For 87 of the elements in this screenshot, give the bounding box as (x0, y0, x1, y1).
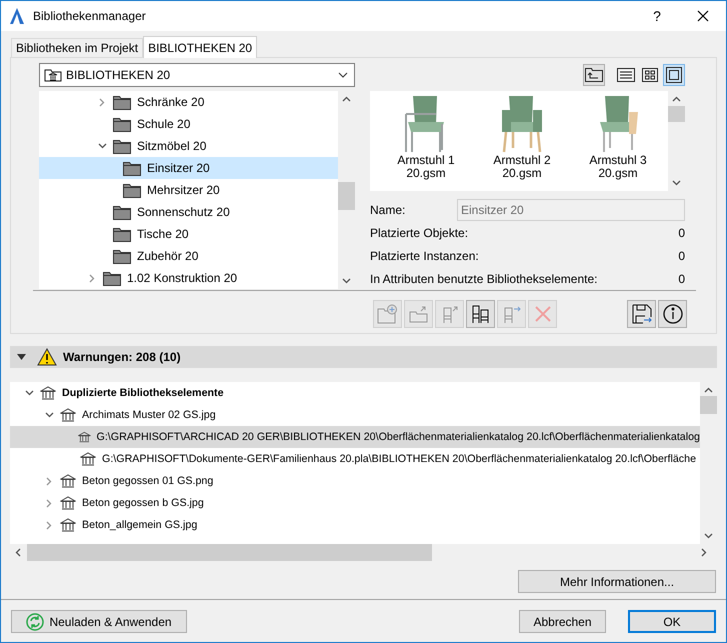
cancel-button[interactable]: Abbrechen (519, 610, 606, 633)
scroll-down-icon[interactable] (672, 180, 681, 186)
chevron-right-icon[interactable] (46, 520, 52, 530)
scroll-down-icon[interactable] (704, 533, 713, 539)
scrollbar-thumb[interactable] (668, 106, 685, 122)
warning-tree-item[interactable]: Beton_allgemein GS.jpg (10, 514, 700, 536)
preview-view-button[interactable] (663, 64, 685, 86)
warning-tree-item[interactable]: Beton gegossen b GS.jpg (10, 492, 700, 514)
warning-tree-item[interactable]: Beton gegossen 01 GS.png (10, 470, 700, 492)
library-dropdown[interactable]: BIBLIOTHEKEN 20 (39, 63, 355, 87)
warning-tree-item[interactable]: Duplizierte Bibliothekselemente (10, 382, 700, 404)
save-icon[interactable] (632, 304, 652, 324)
caret-icon[interactable] (338, 72, 348, 78)
chairs-icon[interactable] (472, 304, 490, 324)
scroll-up-icon[interactable] (342, 96, 351, 102)
chevron-down-icon[interactable] (98, 143, 106, 149)
folder-tree-item[interactable]: Einsitzer 20 (39, 157, 338, 179)
scroll-up-icon[interactable] (672, 96, 681, 102)
tab[interactable]: Bibliotheken im Projekt (11, 38, 144, 57)
scrollbar-thumb[interactable] (27, 544, 432, 561)
field-label: In Attributen benutzte Bibliothekselemente: (370, 272, 598, 286)
window-title: Bibliothekenmanager (33, 9, 147, 23)
chevron-right-icon[interactable] (46, 476, 52, 486)
library-icon (60, 408, 76, 422)
chevron-right-icon[interactable] (99, 98, 105, 106)
folder-tree-item[interactable]: Schränke 20 (39, 91, 338, 113)
scroll-left-icon[interactable] (15, 548, 21, 557)
chevron-right-icon[interactable] (89, 274, 95, 282)
library-icon (60, 518, 76, 532)
warning-icon (37, 348, 57, 366)
scroll-up-icon[interactable] (704, 387, 713, 393)
info-icon[interactable] (662, 304, 682, 324)
library-icon (60, 474, 76, 488)
help-button[interactable]: ? (634, 1, 680, 31)
field-label: Name: (370, 203, 406, 217)
ok-button[interactable]: OK (628, 610, 716, 633)
folder-icon (113, 94, 131, 110)
triangle-down-icon[interactable] (17, 354, 26, 360)
warning-tree-item[interactable]: G:\GRAPHISOFT\Dokumente-GER\Familienhaus 20.pla\BIBLIOTHEKEN 20\Oberflächenmaterialienkatalog 20.lcf\Oberfläche (10, 448, 700, 470)
field-value: 0 (678, 248, 685, 262)
name-field[interactable]: Einsitzer 20 (457, 199, 685, 221)
field-label: Platzierte Instanzen: (370, 248, 479, 262)
folder-tree-item[interactable]: 1.02 Konstruktion 20 (39, 267, 338, 289)
folder-tree-item[interactable]: Schule 20 (39, 113, 338, 135)
more-info-button[interactable]: Mehr Informationen... (518, 570, 716, 593)
object-thumbnail[interactable]: Armstuhl 3 20.gsm (570, 91, 666, 191)
info-button[interactable] (658, 300, 687, 328)
folder-tree-item[interactable]: Sitzmöbel 20 (39, 135, 338, 157)
library-icon (80, 452, 96, 466)
scrollbar-thumb[interactable] (338, 182, 355, 210)
object-thumbnail[interactable]: Armstuhl 2 20.gsm (474, 91, 570, 191)
warning-tree-item[interactable]: G:\GRAPHISOFT\ARCHICAD 20 GER\BIBLIOTHEKEN 20\Oberflächenmaterialienkatalog 20.lcf\Oberflächenmaterialienkatalog (10, 426, 700, 448)
field-value: 0 (678, 226, 685, 240)
folder-tree-item[interactable]: Sonnenschutz 20 (39, 201, 338, 223)
folder-tree-item[interactable]: Tische 20 (39, 223, 338, 245)
objects-button[interactable] (466, 300, 495, 328)
folder-icon (123, 160, 141, 176)
library-folder-icon (44, 68, 62, 82)
folder-tree-item[interactable]: Zubehör 20 (39, 245, 338, 267)
folder-tree-item[interactable]: Mehrsitzer 20 (39, 179, 338, 201)
close-icon[interactable] (697, 10, 709, 22)
scroll-right-icon[interactable] (701, 548, 707, 557)
app-logo-icon (9, 7, 25, 25)
library-icon (40, 386, 56, 400)
reload-apply-button[interactable]: Neuladen & Anwenden (11, 610, 187, 633)
folder-icon (123, 182, 141, 198)
parent-folder-button[interactable] (583, 64, 605, 86)
chevron-right-icon[interactable] (46, 498, 52, 508)
folder-icon (113, 138, 131, 154)
library-icon (60, 496, 76, 510)
field-label: Platzierte Objekte: (370, 226, 468, 240)
library-icon (78, 430, 90, 444)
scroll-down-icon[interactable] (342, 278, 351, 284)
tab[interactable]: BIBLIOTHEKEN 20 (143, 36, 258, 58)
folder-icon (113, 248, 131, 264)
folder-icon (113, 226, 131, 242)
folder-icon (103, 270, 121, 286)
folder-icon (113, 204, 131, 220)
chevron-down-icon[interactable] (24, 390, 34, 396)
warning-tree-item[interactable]: Archimats Muster 02 GS.jpg (10, 404, 700, 426)
chevron-down-icon[interactable] (44, 412, 54, 418)
object-thumbnail[interactable]: Armstuhl 1 20.gsm (378, 91, 474, 191)
save-button[interactable] (627, 300, 656, 328)
scrollbar-thumb[interactable] (700, 396, 717, 414)
warnings-header[interactable]: Warnungen: 208 (10) (10, 346, 717, 368)
field-value: 0 (678, 272, 685, 286)
folder-icon (113, 116, 131, 132)
